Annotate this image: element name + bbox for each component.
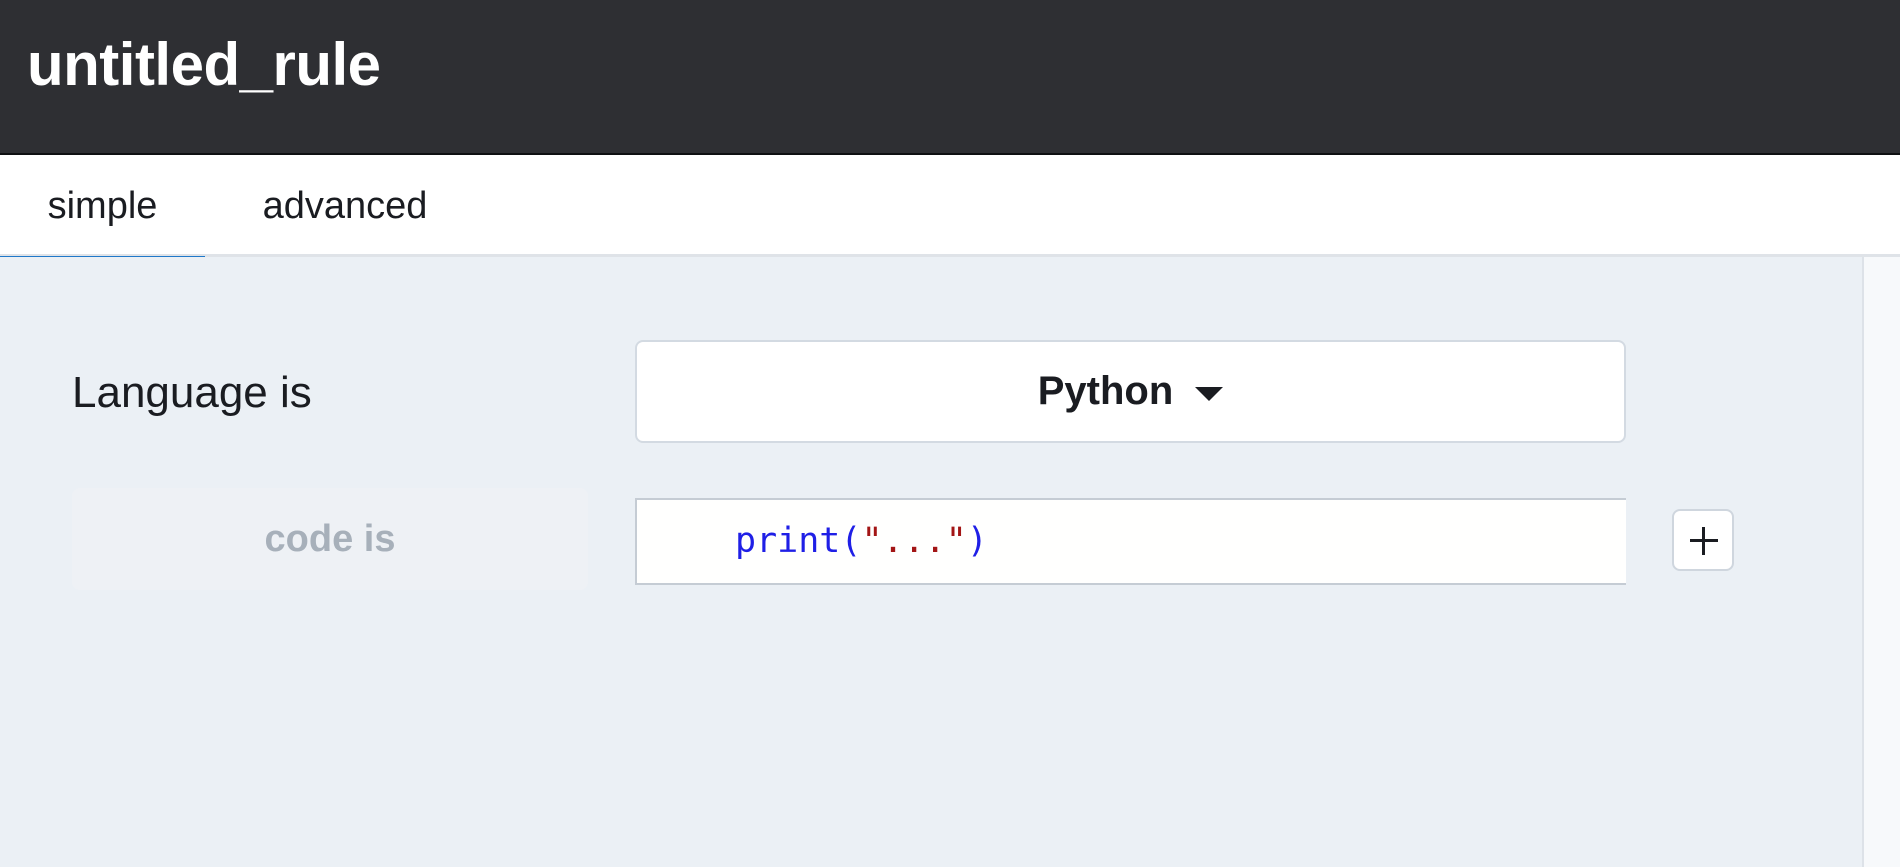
tab-advanced-label: advanced <box>262 185 428 227</box>
code-token-close-paren: ) <box>966 521 988 561</box>
tab-bar: simple advanced <box>0 155 1900 260</box>
code-token-string: "..." <box>861 521 967 561</box>
rule-form: Language is Python code is print("...") <box>0 257 1862 867</box>
page-title: untitled_rule <box>27 31 381 98</box>
tab-simple[interactable]: simple <box>0 155 205 260</box>
header-bar: untitled_rule <box>0 0 1900 155</box>
language-dropdown[interactable]: Python <box>635 340 1626 443</box>
code-label: code is <box>72 488 588 590</box>
code-editor-input[interactable]: print("...") <box>635 498 1626 585</box>
add-condition-button[interactable] <box>1672 509 1734 571</box>
caret-down-icon <box>1195 386 1224 401</box>
tab-simple-label: simple <box>47 185 158 227</box>
right-scroll-panel <box>1862 257 1900 867</box>
tab-advanced[interactable]: advanced <box>230 155 460 257</box>
language-selected-value: Python <box>1037 369 1174 413</box>
rule-editor: untitled_rule simple advanced Language i… <box>0 0 1900 867</box>
language-label: Language is <box>72 368 312 417</box>
code-token-function: print( <box>735 521 862 561</box>
